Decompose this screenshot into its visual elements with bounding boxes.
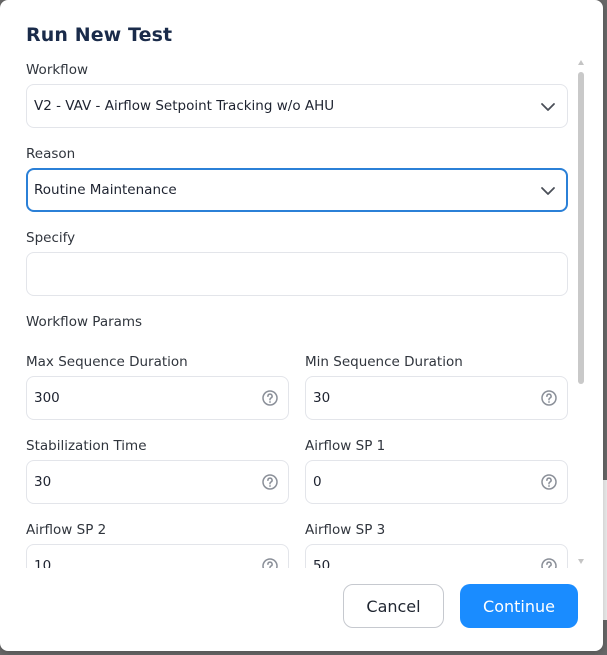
chevron-down-icon [541, 103, 555, 111]
reason-select[interactable]: Routine Maintenance [26, 168, 568, 212]
specify-input[interactable] [26, 252, 568, 296]
continue-button[interactable]: Continue [460, 584, 578, 628]
workflow-params-heading: Workflow Params [26, 314, 143, 330]
param-label: Airflow SP 1 [305, 438, 386, 454]
dialog-scroll-area[interactable]: Workflow V2 - VAV - Airflow Setpoint Tra… [0, 58, 603, 568]
workflow-select-value: V2 - VAV - Airflow Setpoint Tracking w/o… [34, 98, 335, 114]
specify-label: Specify [26, 230, 76, 246]
help-circle-icon[interactable] [261, 473, 279, 491]
workflow-label: Workflow [26, 62, 88, 78]
param-value: 30 [34, 474, 52, 490]
param-label: Airflow SP 3 [305, 522, 386, 538]
param-value: 300 [34, 390, 60, 406]
param-value: 10 [34, 558, 52, 568]
param-label: Airflow SP 2 [26, 522, 107, 538]
help-circle-icon[interactable] [540, 389, 558, 407]
param-value: 50 [313, 558, 331, 568]
param-label: Min Sequence Duration [305, 354, 463, 370]
help-circle-icon[interactable] [261, 557, 279, 568]
reason-select-value: Routine Maintenance [34, 182, 177, 198]
chevron-down-icon [541, 187, 555, 195]
scrollbar-thumb[interactable] [578, 72, 584, 384]
param-label: Stabilization Time [26, 438, 147, 454]
param-input-airflow-sp-2[interactable]: 10 [26, 544, 289, 568]
param-input-airflow-sp-1[interactable]: 0 [305, 460, 568, 504]
param-value: 30 [313, 390, 331, 406]
param-label: Max Sequence Duration [26, 354, 188, 370]
scroll-up-arrow-icon[interactable] [578, 60, 584, 65]
dialog-title: Run New Test [26, 24, 173, 46]
help-circle-icon[interactable] [261, 389, 279, 407]
run-new-test-dialog: Run New Test Workflow V2 - VAV - Airflow… [0, 0, 603, 651]
param-input-stabilization-time[interactable]: 30 [26, 460, 289, 504]
scroll-down-arrow-icon[interactable] [578, 559, 584, 564]
help-circle-icon[interactable] [540, 557, 558, 568]
param-input-min-sequence-duration[interactable]: 30 [305, 376, 568, 420]
cancel-button[interactable]: Cancel [343, 584, 444, 628]
help-circle-icon[interactable] [540, 473, 558, 491]
param-input-airflow-sp-3[interactable]: 50 [305, 544, 568, 568]
param-input-max-sequence-duration[interactable]: 300 [26, 376, 289, 420]
param-value: 0 [313, 474, 322, 490]
dialog-scrollbar[interactable] [577, 60, 585, 570]
reason-label: Reason [26, 146, 76, 162]
workflow-select[interactable]: V2 - VAV - Airflow Setpoint Tracking w/o… [26, 84, 568, 128]
